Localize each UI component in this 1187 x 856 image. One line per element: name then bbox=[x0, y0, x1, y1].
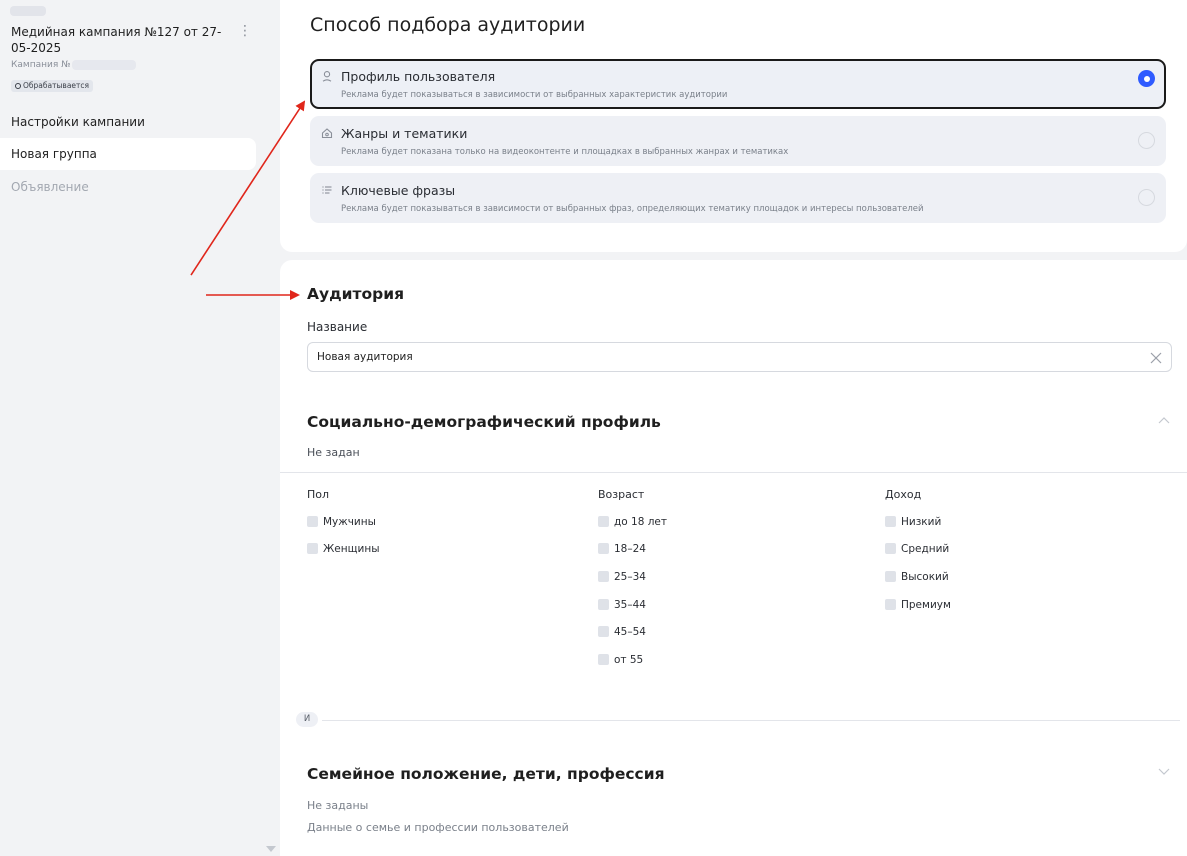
radio-unselected[interactable] bbox=[1138, 189, 1155, 206]
checkbox[interactable] bbox=[885, 543, 896, 554]
user-icon bbox=[322, 71, 332, 82]
radio-unselected[interactable] bbox=[1138, 132, 1155, 149]
campaign-number-redacted bbox=[72, 60, 136, 70]
scroll-down-arrow[interactable] bbox=[266, 846, 276, 852]
option-desc: Реклама будет показана только на видеоко… bbox=[341, 147, 789, 157]
sidebar-item-new-group[interactable]: Новая группа bbox=[0, 138, 256, 170]
targeting-card: Способ подбора аудитории Профиль пользов… bbox=[280, 0, 1187, 252]
socio-demo-subtitle: Не задан bbox=[307, 446, 360, 459]
option-title: Жанры и тематики bbox=[341, 126, 468, 141]
checkbox[interactable] bbox=[598, 654, 609, 665]
divider bbox=[280, 472, 1187, 473]
checkbox-label: от 55 bbox=[614, 654, 644, 666]
checkbox-label: 25–34 bbox=[614, 571, 646, 583]
status-text: Обрабатывается bbox=[23, 81, 90, 90]
and-badge: И bbox=[296, 712, 318, 727]
name-label: Название bbox=[307, 320, 368, 334]
family-title: Семейное положение, дети, профессия bbox=[307, 765, 665, 783]
radio-selected[interactable] bbox=[1138, 70, 1155, 87]
sidebar: Медийная кампания №127 от 27-05-2025 ⋮ К… bbox=[0, 0, 280, 856]
checkbox[interactable] bbox=[885, 516, 896, 527]
audience-card: Аудитория Название Социально-демографиче… bbox=[280, 260, 1187, 856]
audience-name-field[interactable] bbox=[307, 342, 1172, 372]
genres-icon bbox=[321, 128, 333, 139]
chevron-down-icon[interactable] bbox=[1158, 768, 1170, 776]
checkbox[interactable] bbox=[598, 599, 609, 610]
checkbox-label: Средний bbox=[901, 543, 950, 555]
campaign-number-label: Кампания № bbox=[11, 60, 71, 70]
checkbox[interactable] bbox=[598, 516, 609, 527]
targeting-title: Способ подбора аудитории bbox=[310, 14, 586, 36]
checkbox[interactable] bbox=[598, 571, 609, 582]
checkbox-label: 35–44 bbox=[614, 599, 646, 611]
age-header: Возраст bbox=[598, 488, 645, 501]
checkbox[interactable] bbox=[598, 626, 609, 637]
checkbox-label: 18–24 bbox=[614, 543, 646, 555]
family-description: Данные о семье и профессии пользователей bbox=[307, 821, 569, 834]
audience-title: Аудитория bbox=[307, 285, 405, 303]
option-keywords[interactable]: Ключевые фразы Реклама будет показыватьс… bbox=[310, 173, 1166, 223]
checkbox-label: Мужчины bbox=[323, 516, 376, 528]
status-badge: Обрабатывается bbox=[11, 80, 94, 92]
checkbox[interactable] bbox=[307, 516, 318, 527]
main-content: Способ подбора аудитории Профиль пользов… bbox=[280, 0, 1187, 856]
sidebar-item-ad: Объявление bbox=[11, 180, 89, 194]
checkbox-label: Высокий bbox=[901, 571, 949, 583]
campaign-title: Медийная кампания №127 от 27-05-2025 bbox=[11, 25, 222, 55]
list-icon bbox=[322, 186, 332, 194]
option-desc: Реклама будет показываться в зависимости… bbox=[341, 204, 924, 214]
checkbox-label: Женщины bbox=[323, 543, 380, 555]
checkbox[interactable] bbox=[598, 543, 609, 554]
checkbox-label: 45–54 bbox=[614, 626, 646, 638]
checkbox-label: Низкий bbox=[901, 516, 942, 528]
checkbox[interactable] bbox=[885, 599, 896, 610]
option-title: Профиль пользователя bbox=[341, 69, 496, 84]
option-user-profile[interactable]: Профиль пользователя Реклама будет показ… bbox=[310, 59, 1166, 109]
option-desc: Реклама будет показываться в зависимости… bbox=[341, 90, 728, 100]
close-icon[interactable] bbox=[1149, 351, 1163, 365]
audience-name-input[interactable] bbox=[317, 343, 1117, 371]
and-divider bbox=[322, 720, 1180, 721]
checkbox-label: до 18 лет bbox=[614, 516, 668, 528]
more-vertical-icon[interactable]: ⋮ bbox=[238, 24, 252, 38]
socio-demo-title: Социально-демографический профиль bbox=[307, 413, 661, 431]
checkbox-label: Премиум bbox=[901, 599, 951, 611]
option-title: Ключевые фразы bbox=[341, 183, 456, 198]
income-header: Доход bbox=[885, 488, 922, 501]
sidebar-item-campaign-settings[interactable]: Настройки кампании bbox=[0, 106, 256, 138]
checkbox[interactable] bbox=[885, 571, 896, 582]
chevron-up-icon[interactable] bbox=[1158, 416, 1170, 424]
checkbox[interactable] bbox=[307, 543, 318, 554]
gender-header: Пол bbox=[307, 488, 330, 501]
option-genres[interactable]: Жанры и тематики Реклама будет показана … bbox=[310, 116, 1166, 166]
family-subtitle: Не заданы bbox=[307, 799, 369, 812]
status-icon bbox=[15, 82, 21, 89]
blurred-breadcrumb bbox=[10, 6, 46, 16]
